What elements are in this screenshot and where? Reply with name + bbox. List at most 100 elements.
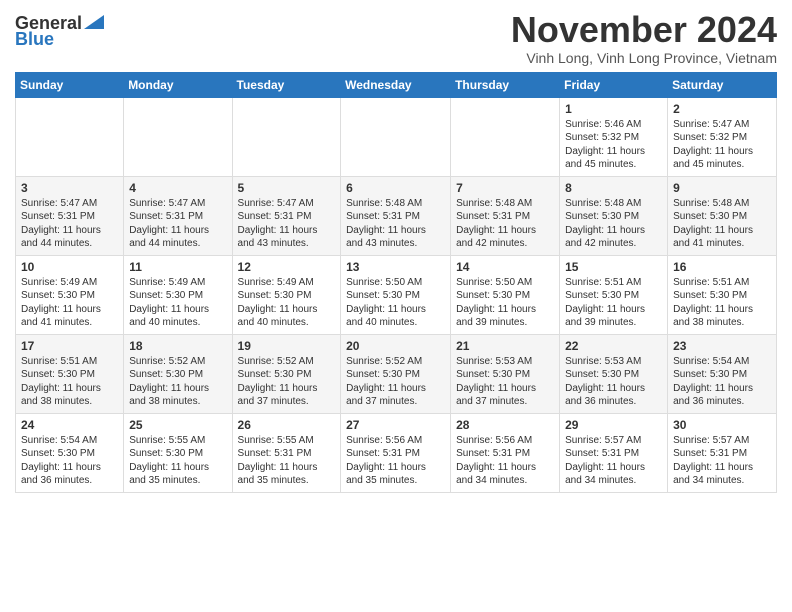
calendar-cell: 11 Sunrise: 5:49 AMSunset: 5:30 PMDayligh… — [124, 255, 232, 334]
calendar-cell: 2 Sunrise: 5:47 AMSunset: 5:32 PMDaylight… — [668, 97, 777, 176]
calendar-cell: 26Sunrise: 5:55 AMSunset: 5:31 PMDayligh… — [232, 413, 341, 492]
calendar-cell: 19 Sunrise: 5:52 AMSunset: 5:30 PMDayligh… — [232, 334, 341, 413]
calendar-cell: 15Sunrise: 5:51 AMSunset: 5:30 PMDayligh… — [560, 255, 668, 334]
calendar-cell: 27 Sunrise: 5:56 AMSunset: 5:31 PMDayligh… — [341, 413, 451, 492]
calendar-week-row: 1 Sunrise: 5:46 AMSunset: 5:32 PMDaylight… — [16, 97, 777, 176]
day-number: 22 — [565, 339, 662, 353]
day-number: 1 — [565, 102, 662, 116]
calendar-week-row: 17 Sunrise: 5:51 AMSunset: 5:30 PMDayligh… — [16, 334, 777, 413]
cell-info: Sunrise: 5:52 AMSunset: 5:30 PMDaylight:… — [129, 355, 226, 409]
cell-info: Sunrise: 5:46 AMSunset: 5:32 PMDaylight:… — [565, 118, 662, 172]
calendar-cell: 24 Sunrise: 5:54 AMSunset: 5:30 PMDayligh… — [16, 413, 124, 492]
calendar-week-row: 24 Sunrise: 5:54 AMSunset: 5:30 PMDayligh… — [16, 413, 777, 492]
cell-info: Sunrise: 5:51 AMSunset: 5:30 PMDaylight:… — [21, 355, 118, 409]
day-number: 17 — [21, 339, 118, 353]
column-header-monday: Monday — [124, 72, 232, 97]
day-number: 12 — [238, 260, 336, 274]
day-number: 5 — [238, 181, 336, 195]
calendar-cell: 5 Sunrise: 5:47 AMSunset: 5:31 PMDaylight… — [232, 176, 341, 255]
logo-blue: Blue — [15, 30, 54, 48]
day-number: 28 — [456, 418, 554, 432]
day-number: 10 — [21, 260, 118, 274]
cell-info: Sunrise: 5:49 AMSunset: 5:30 PMDaylight:… — [21, 276, 118, 330]
month-title: November 2024 — [511, 10, 777, 50]
cell-info: Sunrise: 5:48 AMSunset: 5:31 PMDaylight:… — [456, 197, 554, 251]
cell-info: Sunrise: 5:50 AMSunset: 5:30 PMDaylight:… — [346, 276, 445, 330]
day-number: 2 — [673, 102, 771, 116]
calendar-cell: 12 Sunrise: 5:49 AMSunset: 5:30 PMDayligh… — [232, 255, 341, 334]
day-number: 11 — [129, 260, 226, 274]
cell-info: Sunrise: 5:54 AMSunset: 5:30 PMDaylight:… — [673, 355, 771, 409]
day-number: 7 — [456, 181, 554, 195]
cell-info: Sunrise: 5:47 AMSunset: 5:31 PMDaylight:… — [21, 197, 118, 251]
day-number: 29 — [565, 418, 662, 432]
calendar-cell: 16 Sunrise: 5:51 AMSunset: 5:30 PMDayligh… — [668, 255, 777, 334]
cell-info: Sunrise: 5:53 AMSunset: 5:30 PMDaylight:… — [456, 355, 554, 409]
calendar-week-row: 3Sunrise: 5:47 AMSunset: 5:31 PMDaylight… — [16, 176, 777, 255]
calendar-cell: 25 Sunrise: 5:55 AMSunset: 5:30 PMDayligh… — [124, 413, 232, 492]
day-number: 23 — [673, 339, 771, 353]
day-number: 14 — [456, 260, 554, 274]
location: Vinh Long, Vinh Long Province, Vietnam — [511, 50, 777, 66]
calendar-cell — [16, 97, 124, 176]
cell-info: Sunrise: 5:51 AMSunset: 5:30 PMDaylight:… — [673, 276, 771, 330]
calendar-cell: 1 Sunrise: 5:46 AMSunset: 5:32 PMDaylight… — [560, 97, 668, 176]
day-number: 27 — [346, 418, 445, 432]
day-number: 21 — [456, 339, 554, 353]
day-number: 19 — [238, 339, 336, 353]
calendar-cell — [451, 97, 560, 176]
day-number: 4 — [129, 181, 226, 195]
day-number: 16 — [673, 260, 771, 274]
cell-info: Sunrise: 5:48 AMSunset: 5:31 PMDaylight:… — [346, 197, 445, 251]
cell-info: Sunrise: 5:57 AMSunset: 5:31 PMDaylight:… — [673, 434, 771, 488]
cell-info: Sunrise: 5:56 AMSunset: 5:31 PMDaylight:… — [346, 434, 445, 488]
calendar-cell: 17 Sunrise: 5:51 AMSunset: 5:30 PMDayligh… — [16, 334, 124, 413]
calendar-cell: 21 Sunrise: 5:53 AMSunset: 5:30 PMDayligh… — [451, 334, 560, 413]
cell-info: Sunrise: 5:52 AMSunset: 5:30 PMDaylight:… — [346, 355, 445, 409]
cell-info: Sunrise: 5:52 AMSunset: 5:30 PMDaylight:… — [238, 355, 336, 409]
cell-info: Sunrise: 5:54 AMSunset: 5:30 PMDaylight:… — [21, 434, 118, 488]
column-header-thursday: Thursday — [451, 72, 560, 97]
cell-info: Sunrise: 5:50 AMSunset: 5:30 PMDaylight:… — [456, 276, 554, 330]
cell-info: Sunrise: 5:53 AMSunset: 5:30 PMDaylight:… — [565, 355, 662, 409]
logo: General Blue — [15, 14, 104, 48]
day-number: 6 — [346, 181, 445, 195]
calendar-cell: 13 Sunrise: 5:50 AMSunset: 5:30 PMDayligh… — [341, 255, 451, 334]
calendar-cell: 3Sunrise: 5:47 AMSunset: 5:31 PMDaylight… — [16, 176, 124, 255]
title-block: November 2024 Vinh Long, Vinh Long Provi… — [511, 10, 777, 66]
calendar-cell: 18 Sunrise: 5:52 AMSunset: 5:30 PMDayligh… — [124, 334, 232, 413]
day-number: 24 — [21, 418, 118, 432]
calendar-cell — [341, 97, 451, 176]
calendar-cell — [232, 97, 341, 176]
day-number: 20 — [346, 339, 445, 353]
cell-info: Sunrise: 5:47 AMSunset: 5:32 PMDaylight:… — [673, 118, 771, 172]
calendar-cell: 30Sunrise: 5:57 AMSunset: 5:31 PMDayligh… — [668, 413, 777, 492]
column-header-tuesday: Tuesday — [232, 72, 341, 97]
day-number: 25 — [129, 418, 226, 432]
cell-info: Sunrise: 5:47 AMSunset: 5:31 PMDaylight:… — [129, 197, 226, 251]
calendar-cell: 9Sunrise: 5:48 AMSunset: 5:30 PMDaylight… — [668, 176, 777, 255]
calendar-cell: 22 Sunrise: 5:53 AMSunset: 5:30 PMDayligh… — [560, 334, 668, 413]
day-number: 8 — [565, 181, 662, 195]
cell-info: Sunrise: 5:55 AMSunset: 5:30 PMDaylight:… — [129, 434, 226, 488]
calendar-cell: 23 Sunrise: 5:54 AMSunset: 5:30 PMDayligh… — [668, 334, 777, 413]
day-number: 13 — [346, 260, 445, 274]
calendar-cell: 10 Sunrise: 5:49 AMSunset: 5:30 PMDayligh… — [16, 255, 124, 334]
calendar-table: SundayMondayTuesdayWednesdayThursdayFrid… — [15, 72, 777, 493]
cell-info: Sunrise: 5:49 AMSunset: 5:30 PMDaylight:… — [238, 276, 336, 330]
calendar-cell: 8Sunrise: 5:48 AMSunset: 5:30 PMDaylight… — [560, 176, 668, 255]
page-header: General Blue November 2024 Vinh Long, Vi… — [15, 10, 777, 66]
cell-info: Sunrise: 5:48 AMSunset: 5:30 PMDaylight:… — [673, 197, 771, 251]
column-header-sunday: Sunday — [16, 72, 124, 97]
calendar-cell: 28 Sunrise: 5:56 AMSunset: 5:31 PMDayligh… — [451, 413, 560, 492]
logo-icon — [84, 15, 104, 29]
cell-info: Sunrise: 5:55 AMSunset: 5:31 PMDaylight:… — [238, 434, 336, 488]
column-header-friday: Friday — [560, 72, 668, 97]
day-number: 18 — [129, 339, 226, 353]
calendar-cell: 6 Sunrise: 5:48 AMSunset: 5:31 PMDaylight… — [341, 176, 451, 255]
cell-info: Sunrise: 5:51 AMSunset: 5:30 PMDaylight:… — [565, 276, 662, 330]
cell-info: Sunrise: 5:47 AMSunset: 5:31 PMDaylight:… — [238, 197, 336, 251]
cell-info: Sunrise: 5:49 AMSunset: 5:30 PMDaylight:… — [129, 276, 226, 330]
calendar-cell — [124, 97, 232, 176]
cell-info: Sunrise: 5:56 AMSunset: 5:31 PMDaylight:… — [456, 434, 554, 488]
